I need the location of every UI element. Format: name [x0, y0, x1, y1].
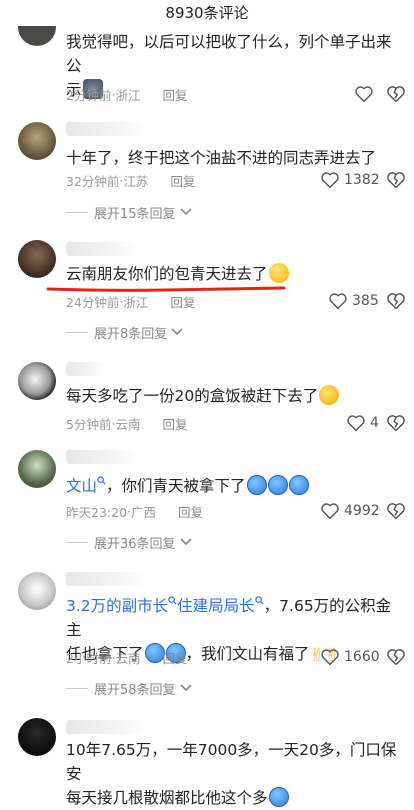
expand-replies-button[interactable]: 展开36条回复 [66, 533, 193, 552]
like-button[interactable]: 1382 [320, 170, 380, 190]
dislike-broken-heart-icon[interactable] [386, 170, 406, 190]
comment-time: 2分钟前 [66, 87, 112, 103]
comment-location: 江苏 [123, 173, 149, 189]
like-button[interactable]: 385 [328, 291, 379, 311]
comment-meta: 2分钟前 · 浙江 回复 [66, 85, 187, 103]
comment-location: 云南 [115, 650, 141, 666]
expand-line [66, 541, 88, 543]
heart-icon [321, 172, 339, 189]
expand-replies-label: 展开36条回复 [94, 536, 176, 552]
reply-button[interactable]: 回复 [162, 648, 187, 667]
expand-line [66, 331, 88, 333]
chevron-down-icon [171, 328, 183, 336]
expand-line [66, 687, 88, 689]
comment-text: 每天多吃了一份20的盒饭被赶下去了 [66, 384, 406, 408]
like-count: 4992 [344, 503, 380, 519]
reply-button[interactable]: 回复 [162, 85, 187, 104]
expand-replies-button[interactable]: 展开58条回复 [66, 679, 193, 698]
blue-emoji-icon [268, 787, 289, 807]
like-button[interactable]: 1660 [320, 647, 380, 667]
avatar[interactable] [18, 450, 56, 488]
red-hand-drawn-underline [46, 286, 286, 292]
comment-meta: 32分钟前 · 江苏 回复 [66, 171, 195, 189]
username-blurred[interactable] [66, 362, 106, 376]
username-blurred[interactable] [66, 572, 146, 586]
avatar[interactable] [18, 26, 56, 46]
avatar[interactable] [18, 122, 56, 160]
comment-text: 10年7.65万，一年7000多，一天20多，门口保安 每天接几根散烟都比他这个多 [66, 741, 397, 807]
expand-replies-button[interactable]: 展开8条回复 [66, 323, 184, 342]
avatar[interactable] [18, 362, 56, 400]
heart-icon [329, 293, 347, 310]
comment-meta: 2小时前 · 云南 回复 [66, 648, 187, 666]
heart-icon [347, 415, 365, 432]
heart-icon [355, 86, 373, 103]
chevron-down-icon [179, 684, 192, 692]
like-button[interactable] [354, 84, 374, 104]
avatar[interactable] [18, 718, 56, 756]
reply-button[interactable]: 回复 [170, 171, 195, 190]
comment-time: 32分钟前 [66, 173, 120, 189]
heart-icon [321, 649, 339, 666]
comment-location: 浙江 [115, 87, 141, 103]
comment-text: 云南朋友你们的包青天进去了 [66, 262, 406, 286]
dislike-broken-heart-icon[interactable] [386, 413, 406, 433]
comment-text: 十年了，终于把这个油盐不进的同志弄进去了 [66, 149, 377, 167]
chevron-down-icon [179, 538, 192, 546]
reply-button[interactable]: 回复 [170, 292, 195, 311]
comment-text: 文山 ，你们青天被拿下了 [66, 474, 406, 498]
expand-replies-button[interactable]: 展开15条回复 [66, 203, 193, 222]
username-blurred[interactable] [66, 450, 138, 464]
like-button[interactable]: 4992 [320, 501, 380, 521]
blue-emoji-icon [267, 475, 288, 495]
comment-count-title: 8930条评论 [165, 4, 249, 22]
comment-location: 浙江 [123, 294, 149, 310]
expand-replies-label: 展开8条回复 [94, 326, 168, 342]
blue-emoji-icon [246, 475, 267, 495]
search-mini-icon [254, 596, 264, 605]
username-blurred[interactable] [66, 720, 146, 734]
like-count: 4 [370, 415, 379, 431]
dislike-broken-heart-icon[interactable] [386, 501, 406, 521]
comment-time: 24分钟前 [66, 294, 120, 310]
heart-icon [321, 503, 339, 520]
search-mini-icon [168, 596, 177, 605]
like-count: 385 [352, 293, 379, 309]
comment-meta: 昨天23:20 · 广西 回复 [66, 502, 203, 520]
avatar[interactable] [18, 240, 56, 278]
comment-time: 2小时前 [66, 650, 112, 666]
like-count: 1660 [344, 649, 380, 665]
comment-meta: 24分钟前 · 浙江 回复 [66, 292, 195, 310]
like-button[interactable]: 4 [346, 413, 379, 433]
dislike-broken-heart-icon[interactable] [386, 84, 406, 104]
reply-button[interactable]: 回复 [162, 414, 187, 433]
reply-button[interactable]: 回复 [178, 502, 203, 521]
crying-laugh-emoji-icon [319, 385, 340, 405]
smile-emoji-icon [268, 263, 289, 283]
dislike-broken-heart-icon[interactable] [386, 291, 406, 311]
search-mini-icon [97, 476, 106, 485]
dislike-broken-heart-icon[interactable] [386, 647, 406, 667]
like-count: 1382 [344, 172, 380, 188]
blue-emoji-icon [288, 475, 309, 495]
expand-replies-label: 展开15条回复 [94, 206, 176, 222]
comment-time: 昨天23:20 [66, 504, 128, 520]
expand-replies-label: 展开58条回复 [94, 682, 176, 698]
username-blurred[interactable] [66, 122, 146, 136]
comment-meta: 5分钟前 · 云南 回复 [66, 414, 187, 432]
comment-location: 云南 [115, 416, 141, 432]
username-blurred[interactable] [66, 242, 138, 256]
expand-line [66, 211, 88, 213]
comment-time: 5分钟前 [66, 416, 112, 432]
mention-link[interactable]: 文山 [66, 477, 97, 495]
chevron-down-icon [179, 208, 192, 216]
avatar[interactable] [18, 572, 56, 610]
mention-link[interactable]: 3.2万的副市长 [66, 597, 168, 615]
comment-location: 广西 [131, 504, 157, 520]
mention-link[interactable]: 住建局局长 [177, 597, 255, 615]
